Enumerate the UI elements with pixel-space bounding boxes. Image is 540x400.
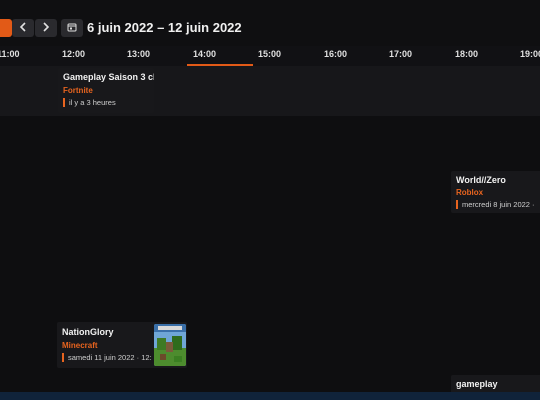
accent-bar: [63, 98, 65, 107]
event-card-minecraft[interactable]: NationGlory Minecraft samedi 11 juin 202…: [57, 322, 187, 368]
hour-label: 18:00: [455, 49, 479, 59]
event-time: mercredi 8 juin 2022 ·: [456, 200, 535, 209]
event-game: Fortnite: [63, 86, 93, 95]
previous-week-button[interactable]: [12, 19, 34, 37]
event-game: Minecraft: [62, 341, 98, 350]
event-title: NationGlory: [62, 327, 114, 337]
event-title: World//Zero: [456, 175, 506, 185]
hour-label: 17:00: [389, 49, 413, 59]
event-card-fortnite[interactable]: Gameplay Saison 3 chap Fortnite il y a 3…: [58, 68, 154, 113]
accent-bar: [456, 200, 458, 209]
event-time: samedi 11 juin 2022 · 12:: [62, 353, 152, 362]
event-title: gameplay: [456, 379, 498, 389]
today-button[interactable]: [0, 19, 12, 37]
hour-label: 12:00: [62, 49, 86, 59]
event-game: Roblox: [456, 188, 484, 197]
hour-label: 14:00: [193, 49, 217, 59]
calendar-toolbar: 6 juin 2022 – 12 juin 2022: [0, 0, 540, 46]
bottom-bar: [0, 392, 540, 400]
chevron-left-icon: [19, 21, 27, 35]
game-cover-thumbnail: [154, 324, 186, 366]
event-time: il y a 3 heures: [63, 98, 116, 107]
event-title: Gameplay Saison 3 chap: [63, 72, 154, 82]
date-picker-button[interactable]: [61, 19, 83, 37]
calendar-icon: [67, 22, 77, 35]
hour-label: 16:00: [324, 49, 348, 59]
next-week-button[interactable]: [35, 19, 57, 37]
hour-label: 19:00: [520, 49, 540, 59]
hour-label: 11:00: [0, 49, 20, 59]
chevron-right-icon: [42, 21, 50, 35]
date-range-label: 6 juin 2022 – 12 juin 2022: [87, 20, 242, 35]
event-card-roblox[interactable]: World//Zero Roblox mercredi 8 juin 2022 …: [451, 171, 540, 213]
hour-label: 13:00: [127, 49, 151, 59]
hour-label: 15:00: [258, 49, 282, 59]
hour-timeline: 11:00 12:00 13:00 14:00 15:00 16:00 17:0…: [0, 46, 540, 67]
accent-bar: [62, 353, 64, 362]
